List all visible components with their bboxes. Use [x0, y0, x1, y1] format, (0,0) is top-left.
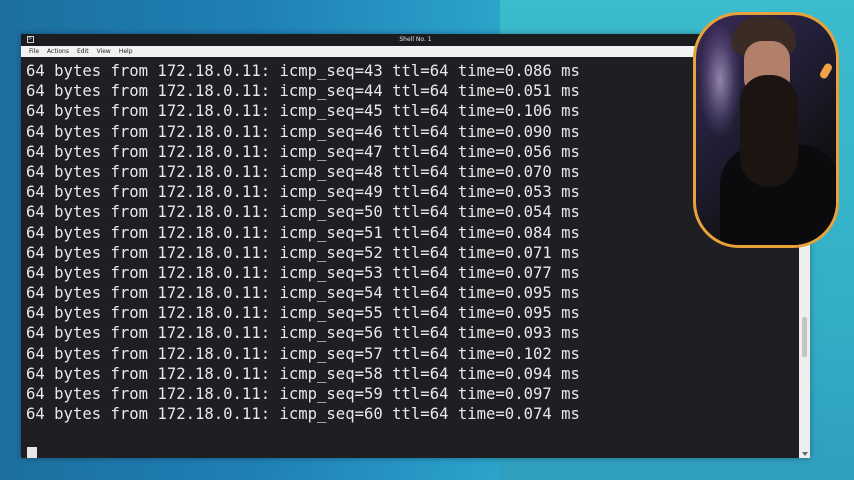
- terminal-line: 64 bytes from 172.18.0.11: icmp_seq=55 t…: [26, 304, 580, 323]
- text-cursor: [27, 447, 37, 458]
- menu-help[interactable]: Help: [116, 46, 136, 57]
- terminal-line: 64 bytes from 172.18.0.11: icmp_seq=59 t…: [26, 385, 580, 403]
- terminal-line: 64 bytes from 172.18.0.11: icmp_seq=43 t…: [26, 62, 580, 80]
- menu-actions[interactable]: Actions: [44, 46, 72, 57]
- menu-view[interactable]: View: [94, 46, 114, 57]
- terminal-window[interactable]: > Shell No. 1 File Actions Edit View Hel…: [21, 34, 810, 458]
- webcam-overlay: [693, 12, 839, 248]
- window-title: Shell No. 1: [399, 36, 432, 43]
- window-titlebar[interactable]: > Shell No. 1: [21, 34, 810, 46]
- terminal-line: 64 bytes from 172.18.0.11: icmp_seq=52 t…: [26, 243, 580, 262]
- terminal-line: 64 bytes from 172.18.0.11: icmp_seq=57 t…: [26, 344, 580, 363]
- terminal-line: 64 bytes from 172.18.0.11: icmp_seq=48 t…: [26, 162, 580, 181]
- terminal-line: 64 bytes from 172.18.0.11: icmp_seq=47 t…: [26, 142, 580, 161]
- terminal-line: 64 bytes from 172.18.0.11: icmp_seq=58 t…: [26, 364, 580, 383]
- terminal-output[interactable]: 64 bytes from 172.18.0.11: icmp_seq=43 t…: [21, 57, 799, 458]
- terminal-line: 64 bytes from 172.18.0.11: icmp_seq=49 t…: [26, 183, 580, 202]
- terminal-line: 64 bytes from 172.18.0.11: icmp_seq=44 t…: [26, 82, 580, 101]
- terminal-line: 64 bytes from 172.18.0.11: icmp_seq=46 t…: [26, 122, 580, 141]
- scrollbar-thumb[interactable]: [802, 317, 807, 357]
- terminal-line: 64 bytes from 172.18.0.11: icmp_seq=56 t…: [26, 324, 580, 343]
- webcam-lamp: [818, 62, 834, 80]
- terminal-line: 64 bytes from 172.18.0.11: icmp_seq=53 t…: [26, 263, 580, 282]
- menu-file[interactable]: File: [26, 46, 42, 57]
- terminal-lines: 64 bytes from 172.18.0.11: icmp_seq=43 t…: [26, 61, 580, 424]
- terminal-line: 64 bytes from 172.18.0.11: icmp_seq=51 t…: [26, 223, 580, 242]
- webcam-person-beard: [740, 75, 798, 187]
- menu-bar: File Actions Edit View Help: [21, 46, 810, 57]
- terminal-line: 64 bytes from 172.18.0.11: icmp_seq=50 t…: [26, 203, 580, 222]
- terminal-line: 64 bytes from 172.18.0.11: icmp_seq=45 t…: [26, 102, 580, 121]
- terminal-line: 64 bytes from 172.18.0.11: icmp_seq=54 t…: [26, 284, 580, 303]
- terminal-app-icon: >: [27, 36, 34, 43]
- scroll-down-arrow-icon[interactable]: [802, 452, 808, 456]
- terminal-line: 64 bytes from 172.18.0.11: icmp_seq=60 t…: [26, 405, 580, 424]
- menu-edit[interactable]: Edit: [74, 46, 92, 57]
